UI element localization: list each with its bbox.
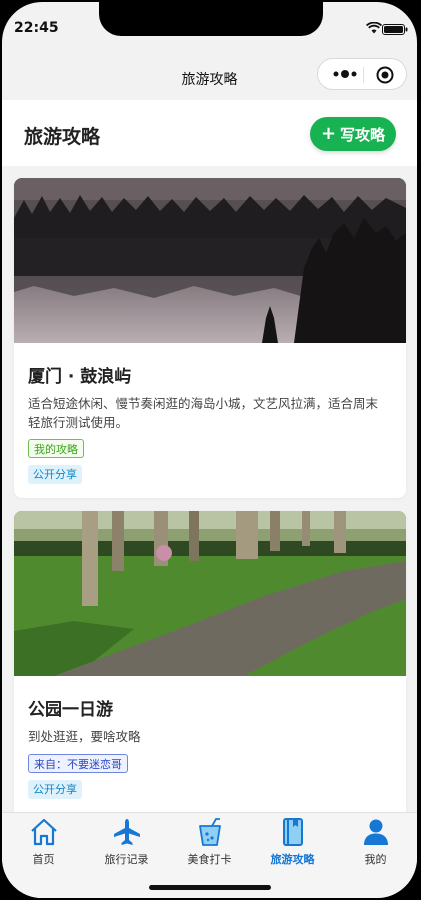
write-guide-label: 写攻略 xyxy=(340,125,386,144)
page-header: 旅游攻略 + 写攻略 xyxy=(2,100,417,166)
guide-title: 厦门 · 鼓浪屿 xyxy=(28,367,132,387)
lake-forest-photo xyxy=(14,178,406,343)
home-icon xyxy=(30,818,57,846)
tab-label: 旅行记录 xyxy=(104,853,149,866)
wifi-icon xyxy=(366,22,382,34)
page-title: 旅游攻略 xyxy=(24,126,101,148)
plus-icon: + xyxy=(320,123,337,144)
tab-label: 美食打卡 xyxy=(187,853,232,866)
drink-icon xyxy=(198,818,221,846)
public-share-badge: 公开分享 xyxy=(28,465,82,484)
book-icon xyxy=(282,818,303,846)
guide-card[interactable]: 厦门 · 鼓浪屿 适合短途休闲、慢节奏闲逛的海岛小城，文艺风拉满，适合周末轻旅行… xyxy=(14,178,406,498)
user-icon xyxy=(363,819,388,845)
capsule-divider xyxy=(363,67,364,83)
tab-home[interactable]: 首页 xyxy=(2,817,85,869)
mini-program-capsule[interactable] xyxy=(317,58,407,90)
phone-frame: 22:45 旅游攻略 旅游攻略 + 写攻略 厦门 · 鼓浪屿 适合短途休闲、慢节… xyxy=(0,0,421,900)
tab-label: 首页 xyxy=(32,853,55,866)
close-target-icon[interactable] xyxy=(376,66,394,84)
guide-list[interactable]: 厦门 · 鼓浪屿 适合短途休闲、慢节奏闲逛的海岛小城，文艺风拉满，适合周末轻旅行… xyxy=(2,166,417,812)
my-guide-badge: 我的攻略 xyxy=(28,439,84,458)
public-share-badge: 公开分享 xyxy=(28,780,82,799)
park-path-photo xyxy=(14,511,406,676)
guide-description: 到处逛逛，要啥攻略 xyxy=(28,729,141,744)
screen: 22:45 旅游攻略 旅游攻略 + 写攻略 厦门 · 鼓浪屿 适合短途休闲、慢节… xyxy=(2,2,417,898)
home-indicator[interactable] xyxy=(149,885,271,890)
status-time: 22:45 xyxy=(14,20,59,36)
write-guide-button[interactable]: + 写攻略 xyxy=(310,117,396,151)
tab-travel-records[interactable]: 旅行记录 xyxy=(85,817,168,869)
tab-label: 我的 xyxy=(364,853,387,866)
tab-label: 旅游攻略 xyxy=(270,853,315,866)
guide-card[interactable]: 公园一日游 到处逛逛，要啥攻略 来自：不要迷恋哥 公开分享 xyxy=(14,511,406,812)
author-badge: 来自：不要迷恋哥 xyxy=(28,754,128,773)
notch xyxy=(99,2,323,36)
guide-description: 适合短途休闲、慢节奏闲逛的海岛小城，文艺风拉满，适合周末轻旅行测试使用。 xyxy=(28,396,379,430)
airplane-icon xyxy=(113,819,140,845)
guide-title: 公园一日游 xyxy=(28,700,113,720)
tab-food-checkin[interactable]: 美食打卡 xyxy=(168,817,251,869)
tab-travel-guides[interactable]: 旅游攻略 xyxy=(251,817,334,869)
tab-bar: 首页 旅行记录 美食打卡 旅游攻略 我的 xyxy=(2,812,417,898)
tab-profile[interactable]: 我的 xyxy=(334,817,417,869)
more-icon[interactable] xyxy=(332,67,358,81)
battery-icon xyxy=(382,24,408,35)
